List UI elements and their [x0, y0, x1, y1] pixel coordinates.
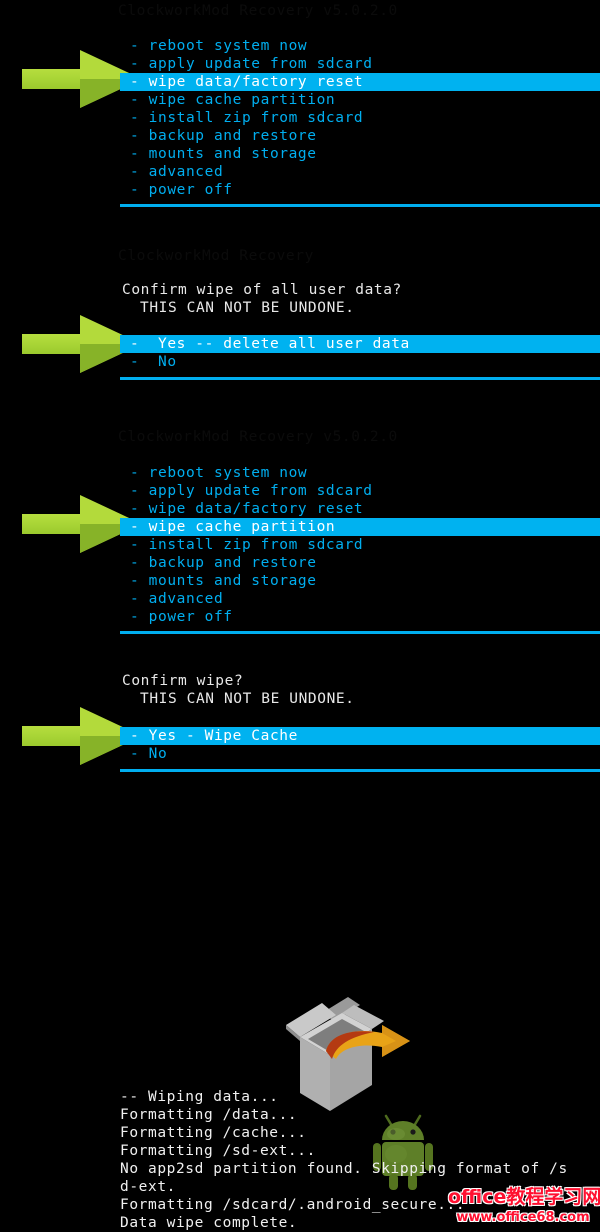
menu3-item-backup-and-restore[interactable]: - backup and restore [130, 554, 317, 572]
log-line-2: Formatting /cache... [120, 1125, 307, 1141]
open-box-with-arrow-icon [286, 997, 410, 1111]
watermark: office教程学习网 www.office68.com [448, 1182, 600, 1225]
log-line-1: Formatting /data... [120, 1107, 298, 1123]
log-line-3: Formatting /sd-ext... [120, 1143, 316, 1159]
panel1-divider [120, 204, 600, 207]
confirm-yes-wipe-cache[interactable]: - Yes - Wipe Cache [120, 727, 600, 745]
panel2-warning: THIS CAN NOT BE UNDONE. [140, 300, 355, 316]
android-robot-icon [373, 1114, 433, 1190]
panel3-divider [120, 631, 600, 634]
arrow-tail [22, 514, 86, 534]
panel2-divider [120, 377, 600, 380]
menu-item-wipe-cache-partition[interactable]: - wipe cache partition [130, 91, 335, 109]
menu-item-wipe-data-factory-reset[interactable]: - wipe data/factory reset [120, 73, 600, 91]
arrow-tail [22, 69, 86, 89]
menu3-item-mounts-and-storage[interactable]: - mounts and storage [130, 572, 317, 590]
confirm-yes-delete-all-user-data[interactable]: - Yes -- delete all user data [120, 335, 600, 353]
panel4-question: Confirm wipe? [122, 673, 244, 689]
menu-item-power-off[interactable]: - power off [130, 181, 233, 199]
menu3-item-wipe-cache-partition[interactable]: - wipe cache partition [120, 518, 600, 536]
menu-item-advanced[interactable]: - advanced [130, 163, 223, 181]
log-line-4: No app2sd partition found. Skipping form… [120, 1161, 568, 1177]
menu3-item-install-zip-from-sdcard[interactable]: - install zip from sdcard [130, 536, 363, 554]
watermark-line-1: office教程学习网 [448, 1186, 600, 1208]
confirm-no-wipe-data[interactable]: - No [130, 353, 177, 371]
arrow-tail [22, 726, 86, 746]
panel4-warning: THIS CAN NOT BE UNDONE. [140, 691, 355, 707]
menu-item-mounts-and-storage[interactable]: - mounts and storage [130, 145, 317, 163]
panel3-faded-header: ClockworkMod Recovery v5.0.2.0 [118, 429, 398, 445]
panel2-question: Confirm wipe of all user data? [122, 282, 402, 298]
recovery-screen: ClockworkMod Recovery v5.0.2.0 - reboot … [0, 0, 600, 1232]
log-line-7: Data wipe complete. [120, 1215, 298, 1231]
menu-item-apply-update-from-sdcard[interactable]: - apply update from sdcard [130, 55, 373, 73]
menu3-item-advanced[interactable]: - advanced [130, 590, 223, 608]
log-line-0: -- Wiping data... [120, 1089, 279, 1105]
watermark-line-2: www.office68.com [456, 1210, 590, 1225]
menu-item-reboot-system-now[interactable]: - reboot system now [130, 37, 307, 55]
menu-item-backup-and-restore[interactable]: - backup and restore [130, 127, 317, 145]
panel1-faded-header: ClockworkMod Recovery v5.0.2.0 [118, 3, 398, 19]
panel2-faded-header: ClockworkMod Recovery [118, 248, 314, 264]
panel4-divider [120, 769, 600, 772]
menu3-item-power-off[interactable]: - power off [130, 608, 233, 626]
menu3-item-wipe-data-factory-reset[interactable]: - wipe data/factory reset [130, 500, 363, 518]
arrow-tail [22, 334, 86, 354]
menu-item-install-zip-from-sdcard[interactable]: - install zip from sdcard [130, 109, 363, 127]
log-line-6: Formatting /sdcard/.android_secure... [120, 1197, 466, 1213]
menu3-item-apply-update-from-sdcard[interactable]: - apply update from sdcard [130, 482, 373, 500]
log-line-5: d-ext. [120, 1179, 176, 1195]
confirm-no-wipe-cache[interactable]: - No [130, 745, 167, 763]
menu3-item-reboot-system-now[interactable]: - reboot system now [130, 464, 307, 482]
